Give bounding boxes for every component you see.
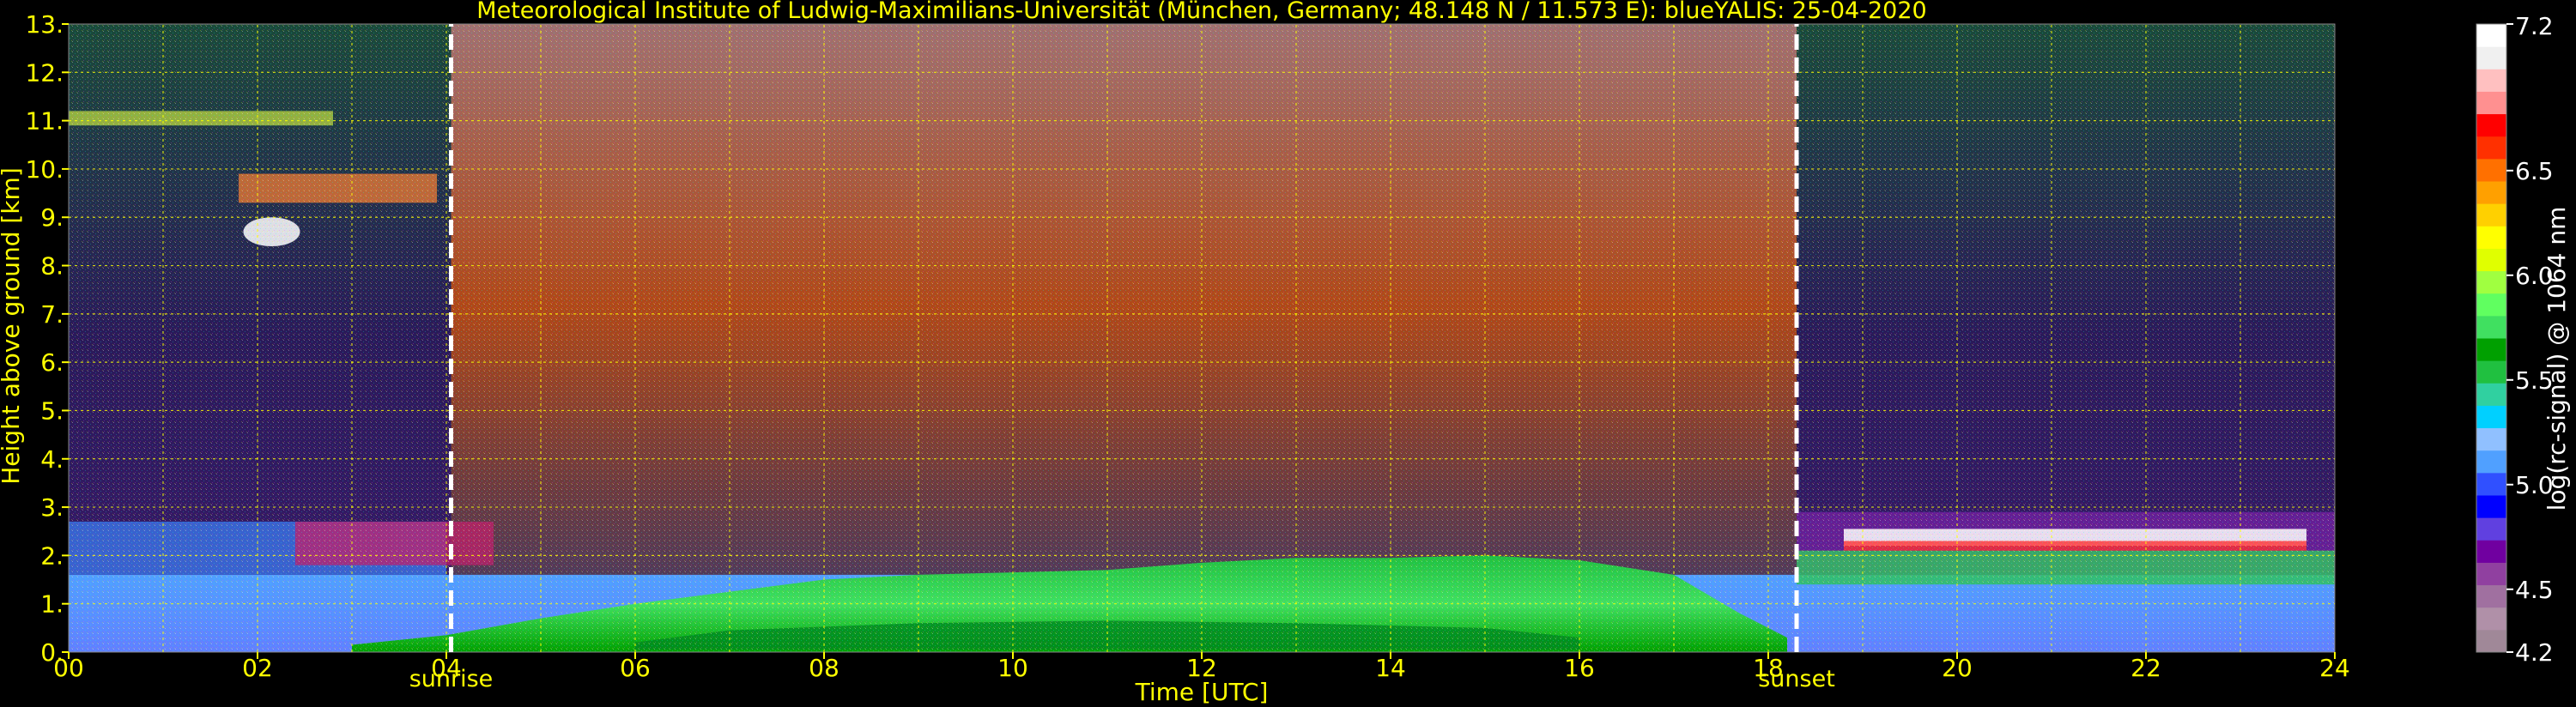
y-tick-label: 3.: [40, 493, 64, 522]
x-tick-label: 24: [2319, 654, 2350, 682]
y-tick-label: 0.: [40, 638, 64, 667]
x-tick-label: 18: [1753, 654, 1784, 682]
y-tick-label: 11.: [25, 107, 64, 136]
y-tick-label: 8.: [40, 252, 64, 281]
x-tick-label: 04: [431, 654, 462, 682]
y-tick-label: 13.: [25, 10, 64, 39]
colorbar-segment: [2476, 203, 2506, 227]
y-tick-label: 1.: [40, 590, 64, 619]
colorbar-segment: [2476, 517, 2506, 541]
x-tick-label: 06: [620, 654, 651, 682]
y-tick-label: 4.: [40, 445, 64, 474]
colorbar-segment: [2476, 46, 2506, 69]
y-axis-ticks: 0. 1. 2. 3. 4. 5. 6. 7. 8. 9. 10. 11. 12. 13.: [25, 10, 69, 667]
x-tick-label: 02: [242, 654, 273, 682]
colorbar-tick-label: 6.5: [2515, 157, 2554, 185]
colorbar-tick-label: 4.2: [2515, 638, 2554, 667]
x-axis-label: Time [UTC]: [1135, 678, 1269, 706]
colorbar-segment: [2476, 158, 2506, 182]
colorbar-segment: [2476, 405, 2506, 429]
y-tick-label: 10.: [25, 155, 64, 184]
colorbar-segment: [2476, 450, 2506, 474]
y-tick-label: 2.: [40, 541, 64, 570]
lidar-figure: sunrise sunset 00 02 04 06 08 10 12 14 16 18 20 22 24…: [0, 0, 2571, 706]
colorbar-segment: [2476, 69, 2506, 92]
colorbar-segment: [2476, 383, 2506, 406]
colorbar-segment: [2476, 91, 2506, 115]
y-tick-label: 6.: [40, 348, 64, 377]
colorbar-tick-label: 4.5: [2515, 576, 2554, 604]
x-tick-label: 22: [2131, 654, 2161, 682]
colorbar-segment: [2476, 584, 2506, 608]
colorbar-segment: [2476, 360, 2506, 384]
colorbar-segment: [2476, 136, 2506, 160]
colorbar-segment: [2476, 248, 2506, 272]
chart-title: Meteorological Institute of Ludwig-Maxim…: [476, 0, 1926, 24]
colorbar-segment: [2476, 427, 2506, 451]
colorbar-segment: [2476, 338, 2506, 361]
y-tick-label: 9.: [40, 203, 64, 232]
colorbar-segment: [2476, 270, 2506, 294]
colorbar-segment: [2476, 629, 2506, 653]
colorbar-segment: [2476, 24, 2506, 47]
x-tick-label: 20: [1942, 654, 1973, 682]
colorbar-segment: [2476, 293, 2506, 317]
x-tick-label: 14: [1375, 654, 1406, 682]
x-tick-label: 08: [809, 654, 839, 682]
colorbar-segment: [2476, 540, 2506, 563]
colorbar-segment: [2476, 181, 2506, 204]
colorbar-segment: [2476, 226, 2506, 249]
colorbar-tick-label: 7.2: [2515, 12, 2554, 40]
y-tick-label: 7.: [40, 300, 64, 329]
colorbar-segment: [2476, 562, 2506, 586]
colorbar-label: log(rc-signal) @ 1064 nm: [2543, 207, 2571, 511]
y-axis-label: Height above ground [km]: [0, 167, 25, 485]
colorbar-segment: [2476, 607, 2506, 631]
colorbar-segment: [2476, 315, 2506, 339]
x-tick-label: 10: [997, 654, 1028, 682]
y-tick-label: 12.: [25, 58, 64, 87]
x-tick-label: 16: [1564, 654, 1595, 682]
colorbar-segment: [2476, 113, 2506, 137]
colorbar-segment: [2476, 495, 2506, 518]
y-tick-label: 5.: [40, 396, 64, 425]
colorbar-segment: [2476, 472, 2506, 496]
